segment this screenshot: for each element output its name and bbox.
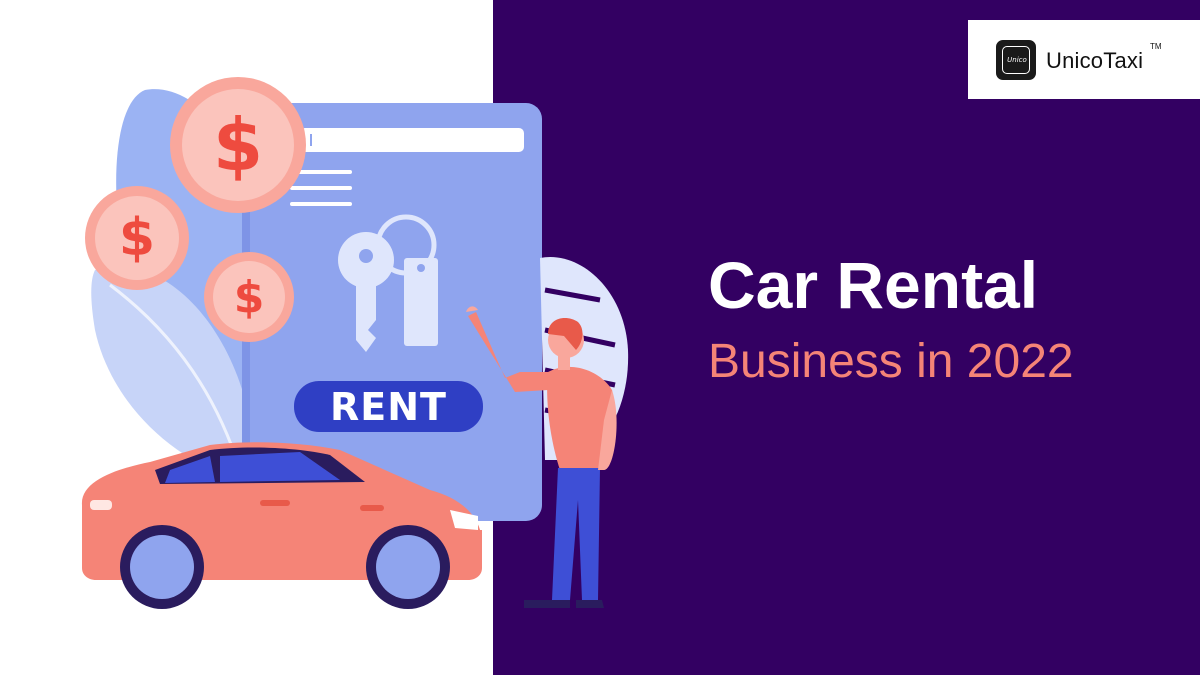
unicotaxi-logo-icon: Unico [996, 40, 1036, 80]
dollar-symbol-medium: $ [118, 208, 156, 268]
rent-label: RENT [330, 384, 447, 429]
unicotaxi-logo[interactable]: Unico UnicoTaxi TM [968, 20, 1200, 99]
logo-name: UnicoTaxi [1046, 48, 1144, 73]
page-title: Car Rental [708, 248, 1039, 322]
dollar-symbol-small: $ [233, 271, 265, 323]
logo-trademark: TM [1150, 42, 1162, 51]
logo-mark-text: Unico [1007, 56, 1027, 64]
dollar-symbol-large: $ [212, 103, 264, 187]
page-subtitle: Business in 2022 [708, 335, 1074, 388]
